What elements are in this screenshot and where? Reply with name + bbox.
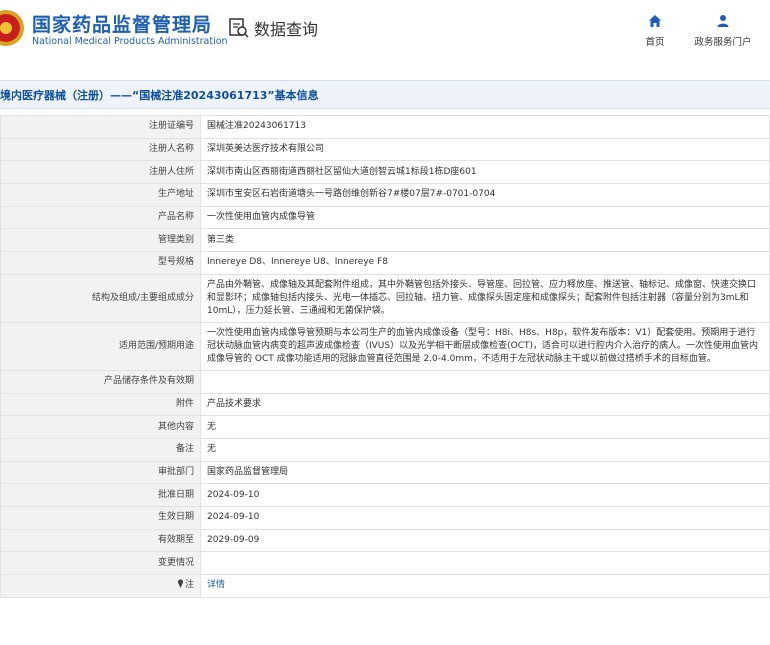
- field-label: 备注: [0, 437, 201, 462]
- field-value: 深圳英美达医疗技术有限公司: [200, 137, 770, 162]
- table-row: 管理类别 第三类: [0, 228, 770, 253]
- table-row: 其他内容无: [0, 415, 770, 439]
- field-value: 产品由外鞘管、成像轴及其配套附件组成，其中外鞘管包括外接头、导管座、回拉管、应力…: [200, 273, 770, 323]
- field-label: 审批部门: [0, 460, 201, 485]
- field-label: 注册人名称: [0, 137, 201, 162]
- nav-service-label: 政务服务门户: [694, 37, 752, 48]
- field-label: 附件: [0, 392, 201, 417]
- table-row: 审批部门 国家药品监督管理局: [0, 460, 770, 485]
- table-row: 型号规格 Innereye D8、Innereye U8、Innereye F8: [0, 251, 770, 275]
- table-row: 生效日期 2024-09-10: [0, 505, 770, 530]
- details-link[interactable]: 详情: [207, 580, 225, 590]
- field-label: 产品名称: [0, 205, 201, 230]
- table-row: 批准日期 2024-09-10: [0, 483, 770, 507]
- table-row: 产品储存条件及有效期: [0, 369, 770, 394]
- field-label: 其他内容: [0, 415, 201, 439]
- field-value: 第三类: [200, 228, 770, 253]
- field-value: 深圳市宝安区石岩街道塘头一号路创维创新谷7#楼07层7#-0701-0704: [200, 183, 770, 207]
- site-header: 国家药品监督管理局 National Medical Products Admi…: [0, 0, 770, 68]
- field-label: 生产地址: [0, 183, 201, 207]
- table-row: 注册人名称 深圳英美达医疗技术有限公司: [0, 137, 770, 162]
- nav-home-label: 首页: [645, 37, 665, 48]
- field-value: 无: [200, 437, 770, 462]
- field-value: 国械注准20243061713: [200, 115, 770, 139]
- field-value: 无: [200, 415, 770, 439]
- site-title-en: National Medical Products Administration: [32, 36, 228, 47]
- data-search-link[interactable]: 数据查询: [228, 16, 318, 40]
- field-label: 适用范围/预期用途: [0, 321, 201, 371]
- field-label: 产品储存条件及有效期: [0, 369, 201, 394]
- field-value: 2024-09-10: [200, 483, 770, 507]
- pin-icon: [177, 579, 184, 589]
- field-value: 一次性使用血管内成像导管: [200, 205, 770, 230]
- field-label: 批准日期: [0, 483, 201, 507]
- table-row: 产品名称 一次性使用血管内成像导管: [0, 205, 770, 230]
- field-label-note: 注: [0, 574, 201, 598]
- field-label: 结构及组成/主要组成成分: [0, 273, 201, 323]
- field-label: 生效日期: [0, 505, 201, 530]
- field-value: 一次性使用血管内成像导管预期与本公司生产的血管内成像设备（型号：H8i、H8s、…: [200, 321, 770, 371]
- field-value: 详情: [200, 574, 770, 598]
- emblem-logo-icon[interactable]: [0, 8, 26, 48]
- table-row: 注 详情: [0, 574, 770, 598]
- table-row: 适用范围/预期用途 一次性使用血管内成像导管预期与本公司生产的血管内成像设备（型号…: [0, 321, 770, 371]
- user-icon: [717, 15, 729, 27]
- table-row: 生产地址 深圳市宝安区石岩街道塘头一号路创维创新谷7#楼07层7#-0701-07…: [0, 183, 770, 207]
- note-label: 注: [184, 580, 194, 591]
- search-icon: [229, 18, 249, 38]
- field-value: [200, 551, 770, 575]
- table-row: 变更情况: [0, 551, 770, 575]
- field-label: 型号规格: [0, 251, 201, 275]
- search-label: 数据查询: [254, 20, 319, 39]
- page-title: 境内医疗器械（注册）——“国械注准20243061713”基本信息: [0, 89, 319, 102]
- table-row: 注册证编号 国械注准20243061713: [0, 115, 770, 139]
- table-row: 结构及组成/主要组成成分 产品由外鞘管、成像轴及其配套附件组成，其中外鞘管包括外接…: [0, 273, 770, 323]
- field-label: 注册人住所: [0, 160, 201, 185]
- field-value: 产品技术要求: [200, 392, 770, 417]
- table-row: 备注无: [0, 437, 770, 462]
- site-title[interactable]: 国家药品监督管理局: [32, 10, 212, 37]
- table-row: 有效期至 2029-09-09: [0, 528, 770, 553]
- field-value: 深圳市南山区西丽街道西丽社区留仙大道创智云城1标段1栋D座601: [200, 160, 770, 185]
- field-value: 2024-09-10: [200, 505, 770, 530]
- field-value: 国家药品监督管理局: [200, 460, 770, 485]
- field-label: 有效期至: [0, 528, 201, 553]
- home-icon: [649, 15, 661, 27]
- field-value: 2029-09-09: [200, 528, 770, 553]
- field-label: 管理类别: [0, 228, 201, 253]
- table-row: 附件 产品技术要求: [0, 392, 770, 417]
- nav-home[interactable]: 首页: [640, 14, 670, 48]
- nav-service-portal[interactable]: 政务服务门户: [688, 14, 758, 48]
- page-title-bar: 境内医疗器械（注册）——“国械注准20243061713”基本信息: [0, 80, 770, 109]
- field-label: 变更情况: [0, 551, 201, 575]
- detail-table: 注册证编号 国械注准20243061713 注册人名称 深圳英美达医疗技术有限公司 …: [0, 115, 770, 598]
- field-value: Innereye D8、Innereye U8、Innereye F8: [200, 251, 770, 275]
- field-label: 注册证编号: [0, 115, 201, 139]
- field-value: [200, 369, 770, 394]
- table-row: 注册人住所 深圳市南山区西丽街道西丽社区留仙大道创智云城1标段1栋D座601: [0, 160, 770, 185]
